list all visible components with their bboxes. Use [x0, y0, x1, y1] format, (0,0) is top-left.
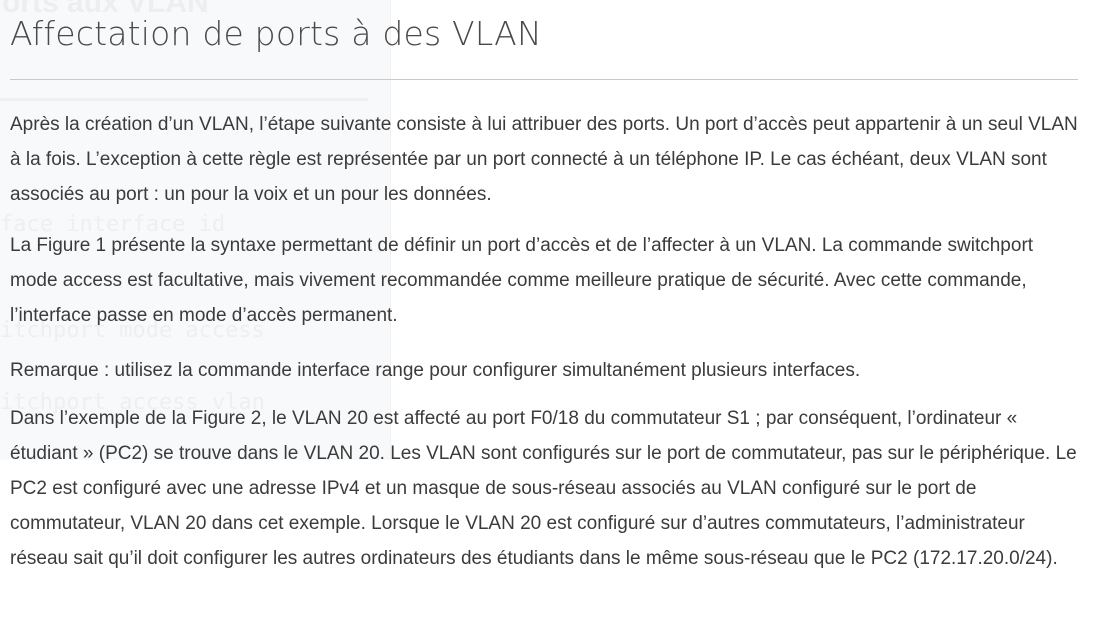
- paragraph-figure-2: Dans l’exemple de la Figure 2, le VLAN 2…: [10, 408, 1077, 569]
- title-divider: [10, 79, 1078, 80]
- paragraph-remark: Remarque : utilisez la commande interfac…: [10, 360, 861, 381]
- article-content: Affectation de ports à des VLAN Après la…: [0, 0, 1099, 576]
- paragraph-vlan-ports: Après la création d’un VLAN, l’étape sui…: [10, 114, 1078, 205]
- paragraph-figure-1: La Figure 1 présente la syntaxe permetta…: [10, 235, 1034, 326]
- page-title: Affectation de ports à des VLAN: [10, 14, 542, 53]
